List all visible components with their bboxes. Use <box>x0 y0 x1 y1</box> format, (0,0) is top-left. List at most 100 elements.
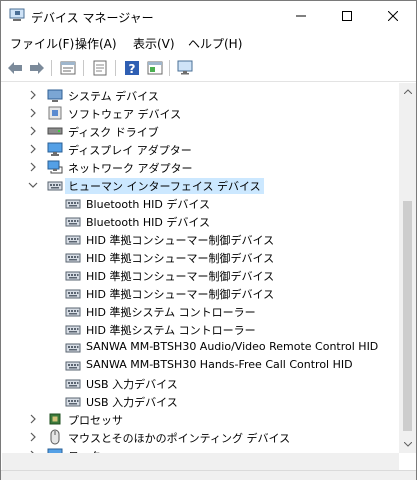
mouse-icon <box>50 429 60 445</box>
tree-device-item[interactable]: SANWA MM-BTSH30 Audio/Video Remote Contr… <box>2 338 399 356</box>
chevron-right-icon[interactable] <box>27 161 39 173</box>
properties-icon[interactable] <box>59 59 77 77</box>
close-icon <box>388 11 398 21</box>
tree-category-label: ヒューマン インターフェイス デバイス <box>65 178 264 194</box>
tree-device-item[interactable]: USB 入力デバイス <box>2 392 399 410</box>
chevron-up-icon <box>403 89 412 94</box>
network-adapter-icon <box>47 160 63 174</box>
hid-device-icon <box>65 307 81 317</box>
tree-category[interactable]: ディスク ドライブ <box>2 122 399 140</box>
view-icon[interactable] <box>146 59 164 77</box>
update-driver-icon[interactable] <box>91 59 109 77</box>
toolbar-separator <box>83 60 84 76</box>
menu-action[interactable]: 操作(A) <box>75 35 117 52</box>
tree-device-item[interactable]: HID 準拠コンシューマー制御デバイス <box>2 266 399 284</box>
tree-category-label: ディスク ドライブ <box>68 126 159 139</box>
device-manager-app-icon <box>9 8 25 21</box>
tree-device-item[interactable]: Bluetooth HID デバイス <box>2 194 399 212</box>
tree-device-label: USB 入力デバイス <box>86 378 178 391</box>
tree-category[interactable]: ネットワーク アダプター <box>2 158 399 176</box>
tree-category[interactable]: ヒューマン インターフェイス デバイス <box>2 176 399 194</box>
tree-device-item[interactable]: Bluetooth HID デバイス <box>2 212 399 230</box>
menu-bar: ファイル(F) 操作(A) 表示(V) ヘルプ(H) <box>1 32 416 52</box>
tree-category-label: ソフトウェア デバイス <box>68 108 182 121</box>
tree-device-label: Bluetooth HID デバイス <box>86 198 211 211</box>
hid-device-icon <box>65 379 81 389</box>
chevron-right-icon[interactable] <box>27 431 39 443</box>
software-device-icon <box>48 106 62 120</box>
chevron-right-icon[interactable] <box>27 413 39 425</box>
hid-device-icon <box>65 271 81 281</box>
tree-category[interactable]: システム デバイス <box>2 86 399 104</box>
device-manager-window: デバイス マネージャー ファイル(F) 操作(A) 表示(V) ヘルプ(H) ?… <box>0 0 417 480</box>
hid-device-icon <box>65 217 81 227</box>
scroll-down-button[interactable] <box>399 436 416 453</box>
title-bar[interactable]: デバイス マネージャー <box>1 1 416 31</box>
help-icon[interactable]: ? <box>123 59 141 77</box>
tree-device-item[interactable]: HID 準拠コンシューマー制御デバイス <box>2 230 399 248</box>
tree-device-item[interactable]: HID 準拠コンシューマー制御デバイス <box>2 248 399 266</box>
hid-device-icon <box>65 235 81 245</box>
window-title: デバイス マネージャー <box>31 11 154 25</box>
maximize-icon <box>342 11 352 21</box>
tree-device-label: HID 準拠コンシューマー制御デバイス <box>86 252 275 265</box>
hid-device-icon <box>65 253 81 263</box>
chevron-right-icon[interactable] <box>27 89 39 101</box>
tree-device-label: HID 準拠コンシューマー制御デバイス <box>86 288 275 301</box>
horizontal-scrollbar[interactable] <box>2 453 399 470</box>
minimize-button[interactable] <box>278 1 324 31</box>
maximize-button[interactable] <box>324 1 370 31</box>
hid-icon <box>47 181 63 191</box>
tree-device-label: Bluetooth HID デバイス <box>86 216 211 229</box>
toolbar-separator <box>51 60 52 76</box>
tree-category[interactable]: ディスプレイ アダプター <box>2 140 399 158</box>
tree-device-label: HID 準拠コンシューマー制御デバイス <box>86 234 275 247</box>
monitor-scan-icon[interactable] <box>176 59 194 77</box>
chevron-down-icon[interactable] <box>27 179 39 191</box>
chevron-right-icon[interactable] <box>27 107 39 119</box>
tree-category-label: ネットワーク アダプター <box>68 162 193 175</box>
toolbar: ? <box>1 54 416 82</box>
svg-text:?: ? <box>129 62 136 76</box>
tree-device-label: HID 準拠システム コントローラー <box>86 324 256 337</box>
status-bar <box>1 470 416 480</box>
chevron-right-icon[interactable] <box>27 125 39 137</box>
tree-device-item[interactable]: HID 準拠システム コントローラー <box>2 302 399 320</box>
vertical-scrollbar[interactable] <box>399 83 416 453</box>
hid-device-icon <box>65 397 81 407</box>
tree-category[interactable]: ソフトウェア デバイス <box>2 104 399 122</box>
tree-device-label: SANWA MM-BTSH30 Audio/Video Remote Contr… <box>86 340 379 353</box>
tree-category[interactable]: プロセッサ <box>2 410 399 428</box>
menu-view[interactable]: 表示(V) <box>133 35 175 52</box>
tree-device-label: SANWA MM-BTSH30 Hands-Free Call Control … <box>86 358 353 371</box>
chevron-right-icon[interactable] <box>27 143 39 155</box>
back-icon[interactable] <box>6 59 24 77</box>
menu-help[interactable]: ヘルプ(H) <box>188 35 242 52</box>
scrollbar-thumb[interactable] <box>403 201 412 431</box>
tree-device-label: HID 準拠コンシューマー制御デバイス <box>86 270 275 283</box>
hid-device-icon <box>65 325 81 335</box>
hid-device-icon <box>65 289 81 299</box>
hid-device-icon <box>65 199 81 209</box>
tree-category-label: プロセッサ <box>68 414 123 427</box>
close-button[interactable] <box>370 1 416 31</box>
display-adapter-icon <box>47 142 63 156</box>
tree-device-item[interactable]: HID 準拠システム コントローラー <box>2 320 399 338</box>
chevron-down-icon <box>403 442 412 447</box>
forward-icon[interactable] <box>28 59 46 77</box>
menu-file[interactable]: ファイル(F) <box>10 35 74 52</box>
scroll-up-button[interactable] <box>399 83 416 100</box>
processor-icon <box>49 413 61 425</box>
tree-category[interactable]: マウスとそのほかのポインティング デバイス <box>2 428 399 446</box>
hid-device-icon <box>65 361 81 371</box>
tree-category[interactable]: モニター <box>2 446 399 453</box>
tree-device-item[interactable]: SANWA MM-BTSH30 Hands-Free Call Control … <box>2 356 399 374</box>
tree-category-label: システム デバイス <box>68 90 159 103</box>
disk-drive-icon <box>47 127 63 135</box>
tree-device-item[interactable]: HID 準拠コンシューマー制御デバイス <box>2 284 399 302</box>
hid-device-icon <box>65 343 81 353</box>
device-tree[interactable]: システム デバイスソフトウェア デバイス ディスク ドライブ ディスプレイ アダプタ… <box>2 83 399 453</box>
tree-device-item[interactable]: USB 入力デバイス <box>2 374 399 392</box>
toolbar-separator <box>169 60 170 76</box>
tree-device-label: USB 入力デバイス <box>86 396 178 409</box>
